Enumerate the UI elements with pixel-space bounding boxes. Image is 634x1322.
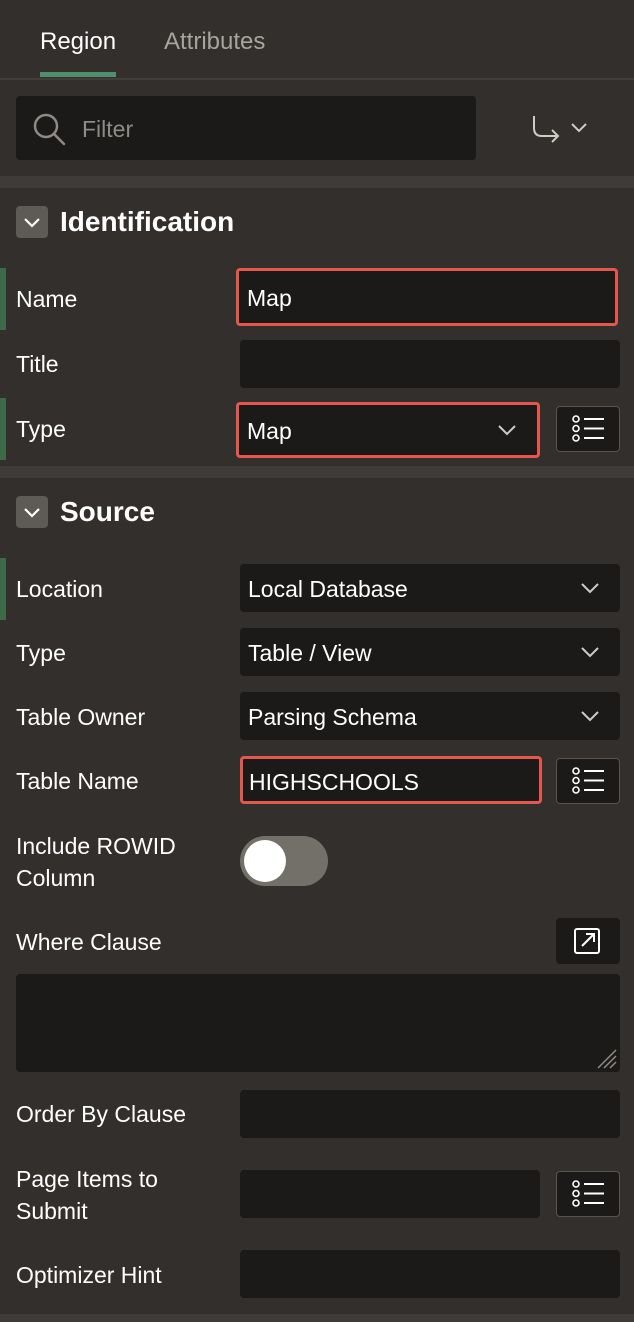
- include-rowid-toggle[interactable]: [240, 836, 328, 886]
- table-name-value: HIGHSCHOOLS: [249, 769, 419, 795]
- list-of-values-button[interactable]: [556, 1171, 620, 1217]
- chevron-down-icon: [581, 711, 599, 722]
- location-label: Location: [16, 576, 103, 602]
- section-title: Identification: [60, 206, 235, 237]
- search-icon: [33, 113, 66, 146]
- chevron-down-icon: [581, 647, 599, 658]
- resize-handle-icon[interactable]: [592, 1044, 618, 1070]
- order-by-field[interactable]: [240, 1090, 620, 1138]
- where-clause-textarea[interactable]: [16, 974, 620, 1072]
- page-items-field[interactable]: [240, 1170, 540, 1218]
- name-field[interactable]: Map: [236, 268, 618, 326]
- chevron-down-icon: [498, 425, 516, 436]
- expand-icon: [574, 928, 600, 954]
- where-clause-label: Where Clause: [16, 929, 162, 955]
- tab-attributes[interactable]: Attributes: [164, 28, 265, 56]
- optimizer-hint-label: Optimizer Hint: [16, 1262, 162, 1288]
- section-divider: [0, 176, 634, 188]
- list-icon: [572, 1180, 604, 1207]
- required-indicator: [0, 268, 6, 330]
- filter-field: [16, 96, 476, 162]
- type-value: Map: [247, 418, 292, 444]
- page-items-label-line2: Submit: [16, 1198, 88, 1224]
- list-icon: [572, 767, 604, 794]
- tab-bar: Region Attributes: [0, 0, 634, 80]
- collapse-toggle[interactable]: [16, 206, 48, 238]
- include-rowid-label-line2: Column: [16, 865, 96, 891]
- table-name-label: Table Name: [16, 768, 139, 794]
- chevron-down-icon: [571, 123, 587, 133]
- section-divider: [0, 1314, 634, 1322]
- source-type-label: Type: [16, 640, 66, 666]
- chevron-down-icon: [24, 508, 40, 518]
- table-name-field[interactable]: HIGHSCHOOLS: [240, 756, 542, 804]
- chevron-down-icon: [581, 583, 599, 594]
- optimizer-hint-field[interactable]: [240, 1250, 620, 1298]
- list-icon: [572, 415, 604, 442]
- name-label: Name: [16, 286, 78, 312]
- collapse-toggle[interactable]: [16, 496, 48, 528]
- active-tab-indicator: [40, 72, 116, 77]
- location-select[interactable]: Local Database: [240, 564, 620, 612]
- expand-code-editor-button[interactable]: [556, 918, 620, 964]
- section-divider: [0, 466, 634, 478]
- tab-region[interactable]: Region: [40, 28, 116, 56]
- type-select[interactable]: Map: [236, 402, 540, 458]
- table-owner-label: Table Owner: [16, 704, 146, 730]
- required-indicator: [0, 558, 6, 620]
- source-type-select[interactable]: Table / View: [240, 628, 620, 676]
- title-label: Title: [16, 351, 59, 377]
- list-of-values-button[interactable]: [556, 406, 620, 452]
- chevron-down-icon: [24, 218, 40, 228]
- order-by-label: Order By Clause: [16, 1101, 187, 1127]
- table-owner-select[interactable]: Parsing Schema: [240, 692, 620, 740]
- include-rowid-label: Include ROWID: [16, 833, 176, 859]
- name-value: Map: [247, 285, 292, 311]
- list-of-values-button[interactable]: [556, 758, 620, 804]
- type-label: Type: [16, 416, 66, 442]
- toggle-knob: [244, 840, 286, 882]
- title-field[interactable]: [240, 340, 620, 388]
- required-indicator: [0, 398, 6, 460]
- filter-input[interactable]: [80, 96, 464, 162]
- page-items-label: Page Items to: [16, 1166, 158, 1192]
- section-title: Source: [60, 496, 155, 527]
- go-to-group-button[interactable]: [524, 106, 596, 152]
